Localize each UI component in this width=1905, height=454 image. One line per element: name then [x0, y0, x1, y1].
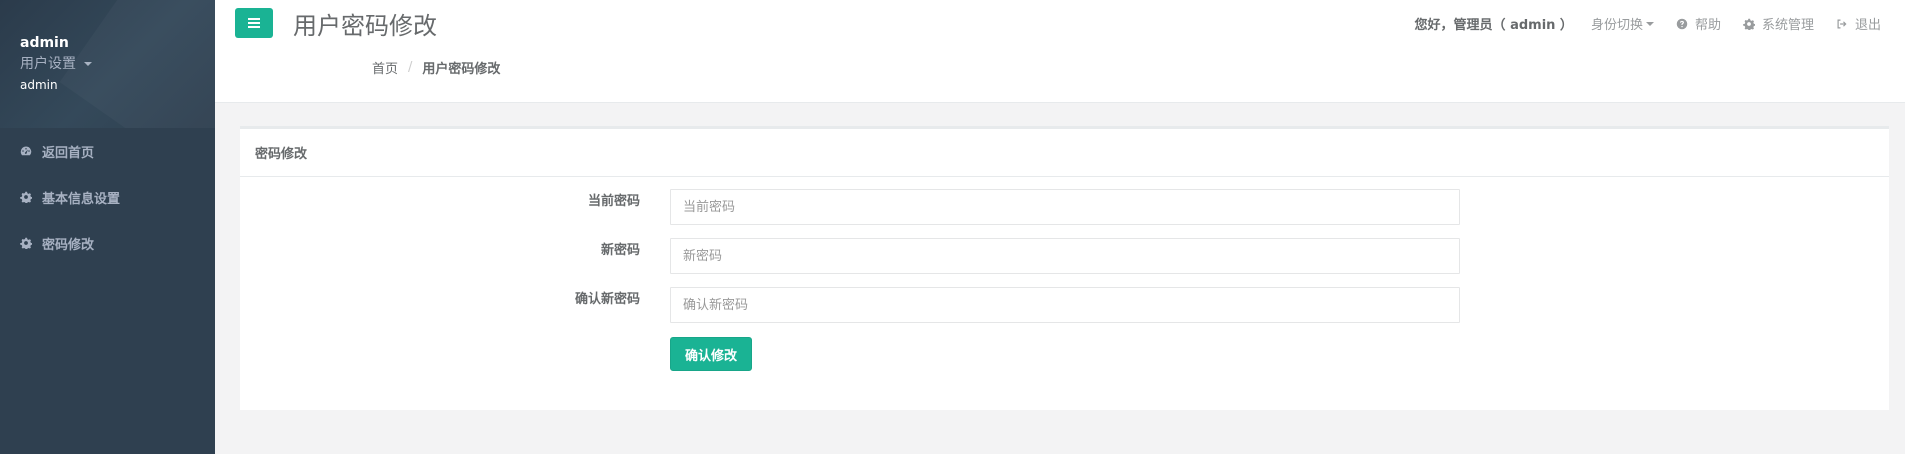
question-circle-icon	[1676, 18, 1688, 29]
profile-username: admin	[20, 78, 58, 92]
new-password-input[interactable]	[670, 238, 1460, 274]
dashboard-icon	[20, 145, 32, 157]
system-admin-link[interactable]: 系统管理	[1743, 14, 1814, 33]
gear-icon	[20, 191, 32, 203]
sidebar-item-basic-info[interactable]: 基本信息设置	[0, 174, 215, 220]
caret-down-icon	[84, 62, 92, 66]
caret-down-icon	[1645, 21, 1654, 26]
help-link[interactable]: 帮助	[1676, 14, 1721, 33]
breadcrumb-home-link[interactable]: 首页	[372, 58, 398, 77]
current-password-label: 当前密码	[587, 194, 640, 209]
new-password-label: 新密码	[600, 243, 640, 258]
confirm-change-button[interactable]: 确认修改	[670, 337, 752, 371]
password-change-panel: 密码修改 当前密码 新密码 确认新密码 确认修改	[240, 126, 1889, 410]
top-header: 用户密码修改 首页 / 用户密码修改 您好，管理员（ admin ） 身份切换 …	[215, 0, 1905, 103]
breadcrumb-separator: /	[408, 60, 413, 75]
current-password-input[interactable]	[670, 189, 1460, 225]
help-label: 帮助	[1694, 18, 1721, 33]
page-title: 用户密码修改	[293, 12, 437, 40]
confirm-password-input[interactable]	[670, 287, 1460, 323]
confirm-password-row: 确认新密码	[240, 287, 1889, 323]
user-settings-dropdown[interactable]: 用户设置	[20, 54, 195, 74]
breadcrumb: 首页 / 用户密码修改	[372, 58, 500, 77]
current-password-row: 当前密码	[240, 189, 1889, 225]
gear-icon	[1743, 18, 1755, 30]
menu-toggle-button[interactable]	[235, 8, 273, 38]
breadcrumb-current: 用户密码修改	[422, 62, 501, 77]
sidebar-item-password[interactable]: 密码修改	[0, 220, 215, 266]
logout-label: 退出	[1854, 18, 1881, 33]
new-password-row: 新密码	[240, 238, 1889, 274]
sidebar-item-label: 返回首页	[42, 145, 95, 161]
profile-name: admin	[20, 35, 69, 51]
panel-title: 密码修改	[240, 129, 1889, 177]
sidebar-item-label: 密码修改	[42, 237, 95, 253]
sidebar-item-home[interactable]: 返回首页	[0, 128, 215, 174]
greeting-text: 您好，管理员（ admin ）	[1414, 18, 1573, 33]
gear-icon	[20, 237, 32, 249]
system-admin-label: 系统管理	[1761, 18, 1814, 33]
top-right-nav: 您好，管理员（ admin ） 身份切换 帮助 系统管理 退出	[1415, 14, 1881, 33]
logout-link[interactable]: 退出	[1836, 14, 1881, 33]
sidebar-nav: 返回首页 基本信息设置 密码修改	[0, 128, 215, 266]
sidebar: admin 用户设置 admin 返回首页 基本信息设置 密码修改	[0, 0, 215, 454]
role-switch-label: 身份切换	[1590, 18, 1643, 33]
hamburger-icon	[248, 18, 260, 28]
profile-header: admin 用户设置 admin	[0, 0, 215, 128]
sign-out-icon	[1837, 19, 1847, 28]
sidebar-item-label: 基本信息设置	[42, 191, 121, 207]
confirm-password-label: 确认新密码	[574, 292, 640, 307]
role-switch-dropdown[interactable]: 身份切换	[1591, 14, 1654, 33]
user-settings-label: 用户设置	[20, 56, 76, 72]
